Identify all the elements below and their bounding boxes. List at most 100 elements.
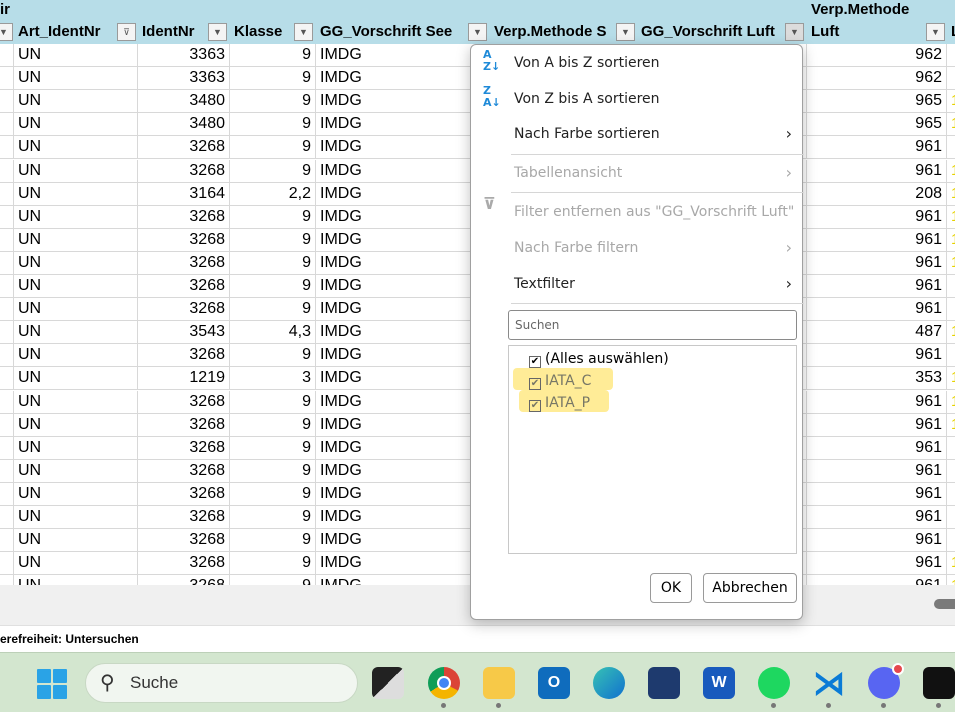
table-cell-klasse[interactable]: 9 <box>230 436 316 459</box>
task-view-icon[interactable] <box>372 667 404 699</box>
table-cell[interactable] <box>0 575 14 585</box>
table-cell[interactable] <box>0 113 14 136</box>
table-cell-ident[interactable]: 3480 <box>138 113 230 136</box>
table-cell-ident[interactable]: 3268 <box>138 251 230 274</box>
table-cell-ind[interactable]: 1 <box>947 183 955 205</box>
table-cell-see[interactable]: IMDG <box>316 113 490 136</box>
table-cell-art[interactable]: UN <box>14 506 138 529</box>
table-cell-art[interactable]: UN <box>14 390 138 413</box>
file-explorer-icon[interactable] <box>483 667 515 699</box>
table-cell-see[interactable]: IMDG <box>316 228 490 251</box>
table-cell-luft[interactable]: 962 <box>807 44 947 67</box>
table-cell-art[interactable]: UN <box>14 575 138 585</box>
table-cell-art[interactable]: UN <box>14 228 138 251</box>
windows-start-icon[interactable] <box>37 669 67 699</box>
table-cell[interactable] <box>0 182 14 205</box>
table-cell-ind[interactable]: 1 <box>947 206 955 228</box>
table-cell-klasse[interactable]: 9 <box>230 506 316 529</box>
table-cell-klasse[interactable]: 9 <box>230 482 316 505</box>
table-cell-art[interactable]: UN <box>14 159 138 182</box>
sort-by-color[interactable]: Nach Farbe sortieren › <box>471 117 802 151</box>
filter-search-input[interactable]: Suchen <box>508 310 797 340</box>
table-cell[interactable] <box>0 390 14 413</box>
table-cell-see[interactable]: IMDG <box>316 90 490 113</box>
filter-dropdown-button[interactable]: ▼ <box>926 23 945 41</box>
table-cell-ind[interactable]: 1 <box>947 575 955 585</box>
table-cell-klasse[interactable]: 9 <box>230 136 316 159</box>
table-cell-ident[interactable]: 3268 <box>138 575 230 585</box>
table-cell-see[interactable]: IMDG <box>316 390 490 413</box>
table-cell-klasse[interactable]: 9 <box>230 529 316 552</box>
table-cell-art[interactable]: UN <box>14 436 138 459</box>
table-cell[interactable] <box>0 44 14 67</box>
table-cell-ind[interactable]: 1 <box>947 321 955 343</box>
table-cell-ident[interactable]: 3543 <box>138 321 230 344</box>
table-cell-art[interactable]: UN <box>14 113 138 136</box>
table-cell-ident[interactable]: 3268 <box>138 459 230 482</box>
table-cell[interactable] <box>0 228 14 251</box>
table-cell-ind[interactable]: 1 <box>947 414 955 436</box>
table-cell-luft[interactable]: 961 <box>807 251 947 274</box>
table-cell-art[interactable]: UN <box>14 205 138 228</box>
table-cell-see[interactable]: IMDG <box>316 298 490 321</box>
table-cell-see[interactable]: IMDG <box>316 482 490 505</box>
table-cell-klasse[interactable]: 9 <box>230 552 316 575</box>
table-cell-ident[interactable]: 3164 <box>138 182 230 205</box>
table-cell-luft[interactable]: 961 <box>807 205 947 228</box>
table-cell-ind[interactable] <box>947 275 955 297</box>
table-cell-luft[interactable]: 961 <box>807 552 947 575</box>
table-cell-luft[interactable]: 961 <box>807 482 947 505</box>
table-cell-art[interactable]: UN <box>14 552 138 575</box>
table-cell-art[interactable]: UN <box>14 275 138 298</box>
table-cell-ind[interactable]: 1 <box>947 113 955 135</box>
table-cell-luft[interactable]: 961 <box>807 459 947 482</box>
table-cell-ident[interactable]: 3363 <box>138 44 230 67</box>
table-cell-ind[interactable] <box>947 460 955 482</box>
filter-dropdown-button[interactable]: ▼ <box>208 23 227 41</box>
table-cell-ident[interactable]: 3268 <box>138 298 230 321</box>
table-cell[interactable] <box>0 251 14 274</box>
table-cell-ind[interactable] <box>947 529 955 551</box>
table-cell-ident[interactable]: 3268 <box>138 275 230 298</box>
table-cell-ind[interactable]: 1 <box>947 160 955 182</box>
microsoft-store-icon[interactable] <box>648 667 680 699</box>
table-cell[interactable] <box>0 205 14 228</box>
table-cell-ident[interactable]: 3268 <box>138 205 230 228</box>
filter-dropdown-button-active[interactable]: ▼ <box>785 23 804 41</box>
sort-a-to-z[interactable]: A Z↓ Von A bis Z sortieren <box>471 46 802 80</box>
word-icon[interactable]: W <box>703 667 735 699</box>
table-cell-ind[interactable] <box>947 67 955 89</box>
table-cell[interactable] <box>0 436 14 459</box>
table-cell[interactable] <box>0 275 14 298</box>
table-cell-ind[interactable]: 1 <box>947 367 955 389</box>
discord-icon[interactable] <box>868 663 904 699</box>
table-cell[interactable] <box>0 298 14 321</box>
table-cell-art[interactable]: UN <box>14 182 138 205</box>
filter-value-checkbox[interactable]: ✔ IATA_C <box>529 370 591 392</box>
table-cell[interactable] <box>0 529 14 552</box>
table-cell[interactable] <box>0 159 14 182</box>
table-cell-klasse[interactable]: 9 <box>230 228 316 251</box>
table-cell-klasse[interactable]: 9 <box>230 575 316 585</box>
table-cell[interactable] <box>0 413 14 436</box>
table-cell-see[interactable]: IMDG <box>316 182 490 205</box>
table-cell-klasse[interactable]: 9 <box>230 298 316 321</box>
filter-active-icon[interactable]: ⊽ <box>117 23 136 41</box>
table-cell-see[interactable]: IMDG <box>316 529 490 552</box>
table-cell-luft[interactable]: 961 <box>807 436 947 459</box>
table-cell-see[interactable]: IMDG <box>316 67 490 90</box>
ok-button[interactable]: OK <box>650 573 692 603</box>
table-cell-klasse[interactable]: 9 <box>230 459 316 482</box>
table-cell-ind[interactable] <box>947 298 955 320</box>
table-cell-art[interactable]: UN <box>14 298 138 321</box>
table-cell-luft[interactable]: 965 <box>807 113 947 136</box>
filter-dropdown-button[interactable]: ▼ <box>294 23 313 41</box>
table-cell-ind[interactable]: 1 <box>947 90 955 112</box>
table-cell-see[interactable]: IMDG <box>316 552 490 575</box>
table-cell[interactable] <box>0 321 14 344</box>
table-cell-art[interactable]: UN <box>14 344 138 367</box>
table-cell-see[interactable]: IMDG <box>316 575 490 585</box>
table-cell-luft[interactable]: 961 <box>807 413 947 436</box>
table-cell-luft[interactable]: 208 <box>807 182 947 205</box>
table-cell[interactable] <box>0 90 14 113</box>
